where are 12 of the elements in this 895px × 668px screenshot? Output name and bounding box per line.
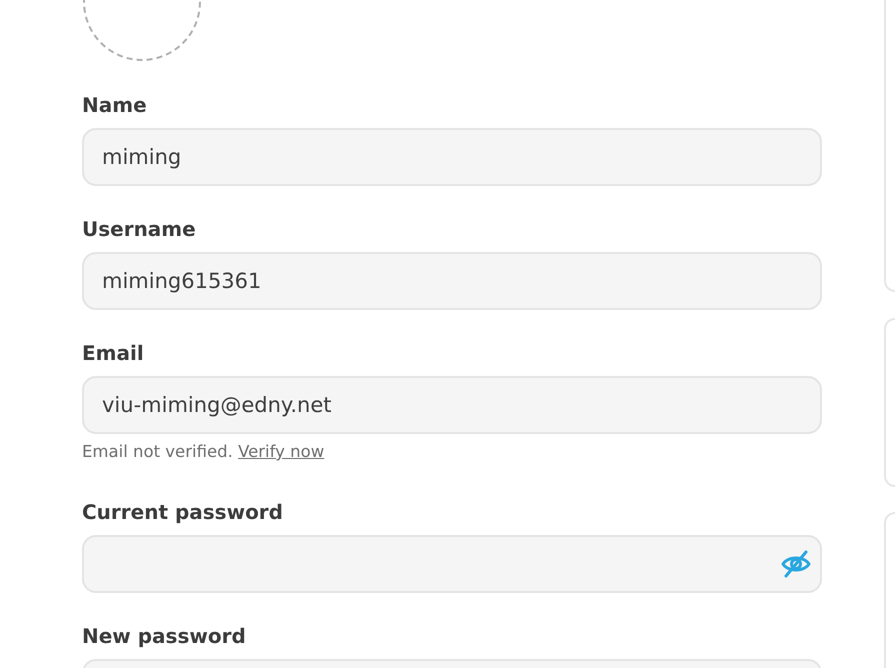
eye-slash-icon[interactable]	[780, 548, 812, 580]
email-verification-note: Email not verified. Verify now	[82, 443, 324, 461]
verify-link[interactable]: Verify now	[238, 442, 324, 461]
field-label: Username	[82, 217, 196, 241]
text-input-field[interactable]: viu-miming@edny.net	[82, 376, 822, 434]
field-label: Name	[82, 93, 147, 117]
text-input-field[interactable]: miming615361	[82, 252, 822, 310]
text-input-field[interactable]: miming	[82, 128, 822, 186]
field-label: Email	[82, 341, 144, 365]
field-label: Current password	[82, 500, 283, 524]
password-field[interactable]	[82, 535, 822, 593]
field-label: New password	[82, 624, 246, 648]
